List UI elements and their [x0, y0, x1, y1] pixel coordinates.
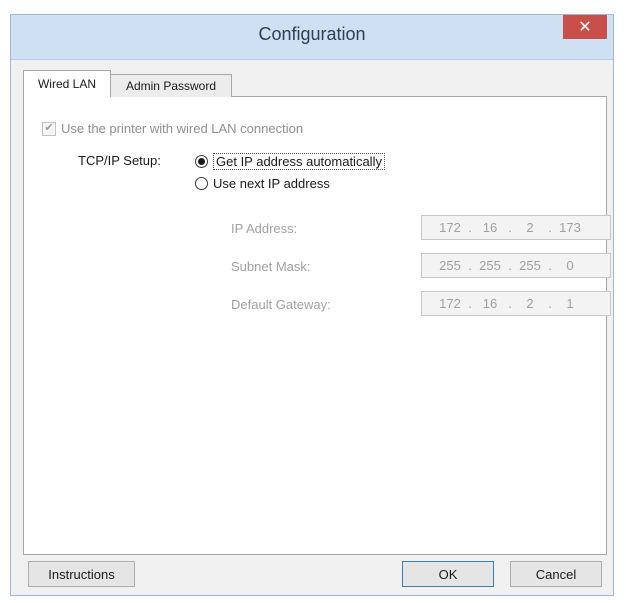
close-icon: ✕	[578, 19, 592, 36]
ok-button[interactable]: OK	[402, 561, 494, 587]
subnet-octet: 255	[519, 258, 541, 273]
tab-wired-lan-label: Wired LAN	[37, 77, 96, 91]
cancel-button[interactable]: Cancel	[510, 561, 602, 587]
instructions-button[interactable]: Instructions	[28, 561, 135, 587]
wired-lan-panel: ✔ Use the printer with wired LAN connect…	[23, 96, 611, 555]
subnet-mask-label: Subnet Mask:	[231, 259, 311, 274]
subnet-octet: 0	[566, 258, 574, 273]
subnet-octet: 255	[439, 258, 461, 273]
ip-octet: 16	[482, 220, 498, 235]
default-gateway-field[interactable]: 172. 16. 2. 1	[421, 291, 611, 316]
default-gateway-label: Default Gateway:	[231, 297, 331, 312]
radio-button-unselected[interactable]	[195, 177, 208, 190]
close-button[interactable]: ✕	[563, 15, 607, 39]
tab-wired-lan[interactable]: Wired LAN	[23, 70, 111, 97]
radio-get-ip-automatically[interactable]: Get IP address automatically	[195, 153, 385, 170]
ip-octet: 173	[559, 220, 581, 235]
tcpip-setup-label-row: TCP/IP Setup:	[78, 153, 161, 168]
subnet-mask-field[interactable]: 255. 255. 255. 0	[421, 253, 611, 278]
tab-admin-password[interactable]: Admin Password	[110, 74, 232, 97]
radio-get-ip-label: Get IP address automatically	[213, 153, 385, 170]
title-bar: Configuration ✕	[11, 15, 613, 60]
radio-use-next-ip[interactable]: Use next IP address	[195, 176, 330, 191]
dialog-title: Configuration	[258, 24, 366, 44]
tab-admin-password-label: Admin Password	[125, 79, 217, 93]
gateway-octet: 1	[566, 296, 574, 311]
gateway-octet: 2	[526, 296, 534, 311]
use-printer-checkbox: ✔	[42, 121, 56, 136]
use-printer-option: ✔ Use the printer with wired LAN connect…	[42, 121, 303, 136]
tcpip-setup-label: TCP/IP Setup:	[78, 153, 161, 168]
ip-octet: 2	[526, 220, 534, 235]
use-printer-label: Use the printer with wired LAN connectio…	[61, 121, 304, 136]
ip-address-label: IP Address:	[231, 221, 298, 236]
gateway-octet: 16	[482, 296, 498, 311]
subnet-octet: 255	[479, 258, 501, 273]
radio-button-selected[interactable]	[195, 155, 208, 168]
ip-octet: 172	[439, 220, 461, 235]
gateway-octet: 172	[439, 296, 461, 311]
configuration-dialog: Configuration ✕ Wired LAN Admin Password…	[10, 14, 614, 596]
radio-use-next-ip-label: Use next IP address	[213, 176, 330, 191]
ip-address-field[interactable]: 172. 16. 2. 173	[421, 215, 611, 240]
